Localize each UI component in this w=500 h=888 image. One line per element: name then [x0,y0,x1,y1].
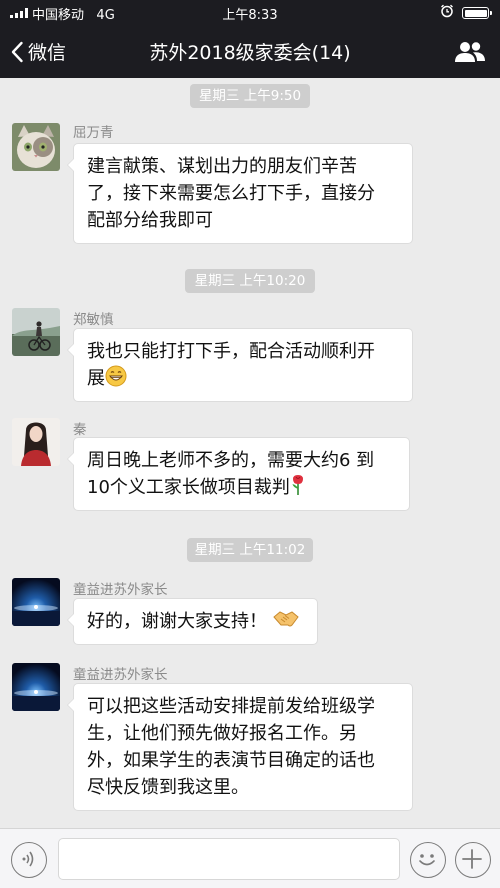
message-bubble[interactable]: 我也只能打打下手，配合活动顺利开 展 [67,328,413,402]
voice-icon [22,851,34,867]
sender-name: 郑敏慎 [73,312,114,328]
sender-name: 童益进苏外家长 [73,582,168,598]
message-bubble[interactable]: 建言献策、谋划出力的朋友们辛苦 了，接下来需要怎么打下手，直接分 配部分给我即可 [67,143,413,244]
group-members-icon[interactable] [454,40,486,64]
alarm-icon [441,4,453,18]
cat-avatar-image [12,123,60,171]
message-bubble[interactable]: 可以把这些活动安排提前发给班级学 生，让他们预先做好报名工作。另 外，如果学生的… [67,683,413,811]
night-sea-avatar-image [12,663,60,711]
emoji-button[interactable] [410,842,446,878]
avatar[interactable] [12,663,60,711]
message-text: 周日晚上老师不多的，需要大约6 到 10个义工家长做项目裁判 [87,450,375,498]
smiley-icon [419,854,436,866]
sender-name: 童益进苏外家长 [73,667,168,683]
avatar[interactable] [12,123,60,171]
grinning-emoji [105,365,127,387]
message-input[interactable] [58,838,400,880]
sender-name: 屈万青 [73,125,114,141]
time-label: 星期三 上午10:20 [185,269,315,293]
message-text: 建言献策、谋划出力的朋友们辛苦 了，接下来需要怎么打下手，直接分 配部分给我即可 [87,156,375,231]
handshake-emoji [273,611,299,627]
battery-icon [462,7,492,19]
rose-emoji [292,475,303,495]
message-text: 可以把这些活动安排提前发给班级学 生，让他们预先做好报名工作。另 外，如果学生的… [87,696,375,798]
night-sea-avatar-image [12,578,60,626]
woman-avatar-image [12,418,60,466]
message-bubble[interactable]: 好的，谢谢大家支持！ [67,598,318,645]
message-text: 好的，谢谢大家支持！ [87,611,267,632]
more-button[interactable] [455,842,491,878]
status-time: 上午8:33 [222,8,278,23]
input-bar [0,828,500,888]
avatar[interactable] [12,578,60,626]
top-bar: 中国移动 4G 上午8:33 微信 苏外2018级家委会(14) [0,0,500,78]
avatar[interactable] [12,418,60,466]
cyclist-avatar-image [12,308,60,356]
avatar[interactable] [12,308,60,356]
plus-icon [462,849,483,870]
voice-button[interactable] [11,842,47,878]
chat-title: 苏外2018级家委会(14) [149,42,351,64]
time-label: 星期三 上午9:50 [190,84,310,108]
nav-bar: 微信 苏外2018级家委会(14) [0,26,500,78]
message-bubble[interactable]: 周日晚上老师不多的，需要大约6 到 10个义工家长做项目裁判 [67,437,410,511]
chat-area[interactable]: 星期三 上午9:50 屈万青 建言献策、谋划出力的朋友们辛苦 了，接下来需要怎么… [0,78,500,828]
message-text: 我也只能打打下手，配合活动顺利开 展 [87,341,375,389]
sender-name: 秦 [73,422,87,438]
status-bar: 中国移动 4G 上午8:33 [0,0,500,26]
time-label: 星期三 上午11:02 [187,538,313,562]
